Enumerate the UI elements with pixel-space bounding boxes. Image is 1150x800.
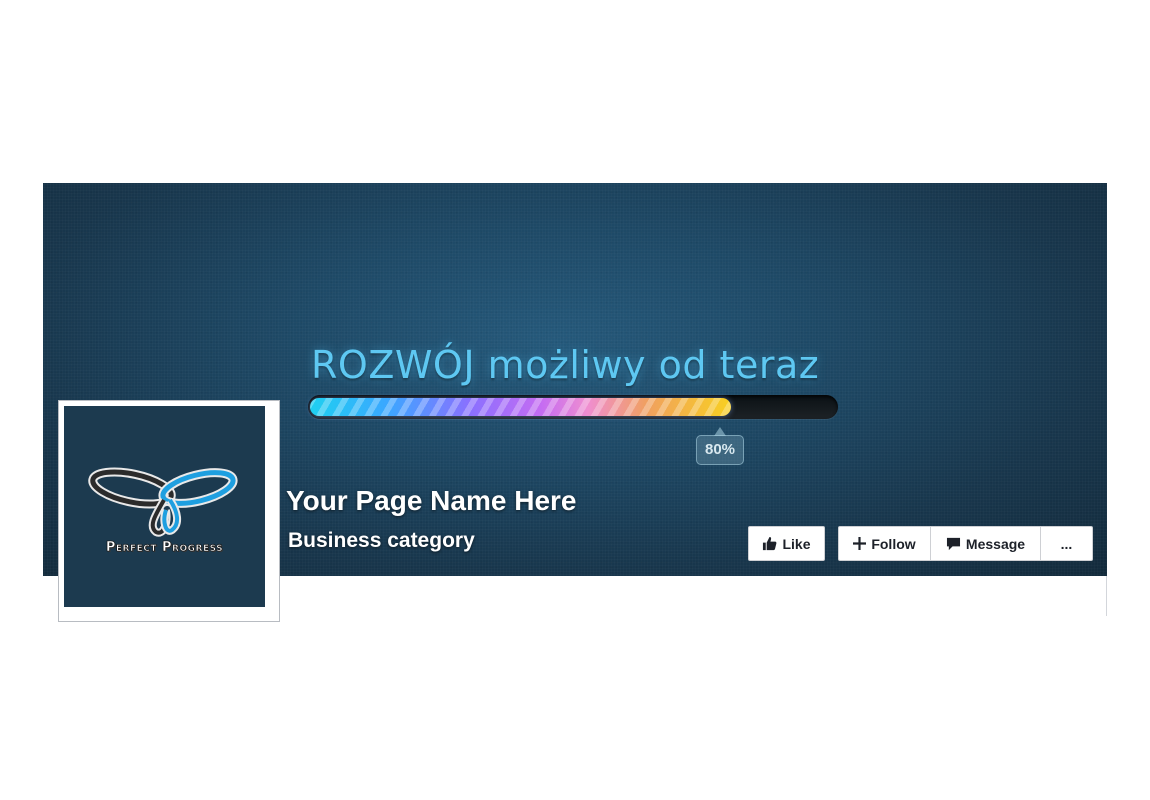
thumbs-up-icon xyxy=(762,536,777,551)
profile-logo-area: Perfect Progress xyxy=(64,406,265,607)
speech-bubble-icon xyxy=(946,537,961,551)
cover-headline: ROZWÓJ możliwy od teraz xyxy=(311,343,820,387)
page-category[interactable]: Business category xyxy=(288,529,475,553)
more-options-label: ... xyxy=(1060,535,1073,552)
like-button[interactable]: Like xyxy=(748,526,825,561)
progress-bar xyxy=(308,395,838,419)
progress-percent-label: 80% xyxy=(696,427,744,465)
page-action-group: Follow Message ... xyxy=(838,526,1093,561)
page-title[interactable]: Your Page Name Here xyxy=(286,485,577,517)
plus-icon xyxy=(853,537,867,550)
butterfly-logo-icon xyxy=(88,467,238,537)
message-button-label: Message xyxy=(965,535,1026,552)
more-options-button[interactable]: ... xyxy=(1041,526,1093,561)
facebook-page-header: ROZWÓJ możliwy od teraz 80% Your Page Na… xyxy=(0,0,1150,800)
logo-wordmark: Perfect Progress xyxy=(105,540,224,556)
content-divider xyxy=(1106,576,1107,616)
like-button-label: Like xyxy=(782,535,811,552)
message-button[interactable]: Message xyxy=(931,526,1041,561)
follow-button-label: Follow xyxy=(871,535,916,552)
progress-bar-fill xyxy=(310,398,731,416)
follow-button[interactable]: Follow xyxy=(838,526,931,561)
profile-picture[interactable]: Perfect Progress xyxy=(58,400,280,622)
